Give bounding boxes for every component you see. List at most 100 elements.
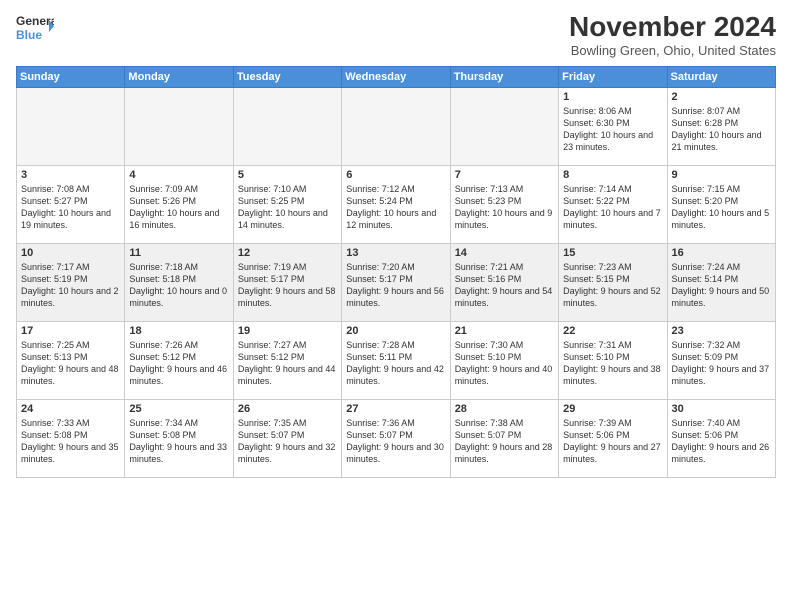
day-info: Sunrise: 7:38 AM Sunset: 5:07 PM Dayligh… xyxy=(455,417,554,466)
day-info: Sunrise: 7:25 AM Sunset: 5:13 PM Dayligh… xyxy=(21,339,120,388)
day-info: Sunrise: 7:32 AM Sunset: 5:09 PM Dayligh… xyxy=(672,339,771,388)
day-info: Sunrise: 7:31 AM Sunset: 5:10 PM Dayligh… xyxy=(563,339,662,388)
day-number: 25 xyxy=(129,403,228,415)
table-row: 7 Sunrise: 7:13 AM Sunset: 5:23 PM Daylig… xyxy=(450,165,558,243)
day-info: Sunrise: 8:06 AM Sunset: 6:30 PM Dayligh… xyxy=(563,105,662,154)
day-number: 4 xyxy=(129,169,228,181)
svg-text:General: General xyxy=(16,14,54,28)
table-row: 21Sunrise: 7:30 AM Sunset: 5:10 PM Dayli… xyxy=(450,321,558,399)
month-title: November 2024 xyxy=(569,12,776,43)
calendar-week-row: 1 Sunrise: 8:06 AM Sunset: 6:30 PM Daylig… xyxy=(17,87,776,165)
table-row: 19Sunrise: 7:27 AM Sunset: 5:12 PM Dayli… xyxy=(233,321,341,399)
table-row: 20 Sunrise: 7:28 AM Sunset: 5:11 PM Dayli… xyxy=(342,321,450,399)
logo: General Blue xyxy=(16,12,54,42)
day-info: Sunrise: 7:21 AM Sunset: 5:16 PM Dayligh… xyxy=(455,261,554,310)
day-number: 21 xyxy=(455,325,554,337)
day-number: 10 xyxy=(21,247,120,259)
table-row: 11 Sunrise: 7:18 AM Sunset: 5:18 PM Dayli… xyxy=(125,243,233,321)
table-row: 5Sunrise: 7:10 AM Sunset: 5:25 PM Daylig… xyxy=(233,165,341,243)
day-info: Sunrise: 7:34 AM Sunset: 5:08 PM Dayligh… xyxy=(129,417,228,466)
col-saturday: Saturday xyxy=(667,66,775,87)
svg-text:Blue: Blue xyxy=(16,28,42,42)
day-info: Sunrise: 7:35 AM Sunset: 5:07 PM Dayligh… xyxy=(238,417,337,466)
table-row: 8 Sunrise: 7:14 AM Sunset: 5:22 PM Daylig… xyxy=(559,165,667,243)
day-info: Sunrise: 7:18 AM Sunset: 5:18 PM Dayligh… xyxy=(129,261,228,310)
table-row: 22 Sunrise: 7:31 AM Sunset: 5:10 PM Dayli… xyxy=(559,321,667,399)
day-number: 15 xyxy=(563,247,662,259)
header: General Blue November 2024 Bowling Green… xyxy=(16,12,776,58)
col-friday: Friday xyxy=(559,66,667,87)
day-number: 30 xyxy=(672,403,771,415)
day-info: Sunrise: 7:24 AM Sunset: 5:14 PM Dayligh… xyxy=(672,261,771,310)
col-tuesday: Tuesday xyxy=(233,66,341,87)
col-sunday: Sunday xyxy=(17,66,125,87)
day-info: Sunrise: 7:20 AM Sunset: 5:17 PM Dayligh… xyxy=(346,261,445,310)
day-number: 12 xyxy=(238,247,337,259)
table-row xyxy=(17,87,125,165)
title-block: November 2024 Bowling Green, Ohio, Unite… xyxy=(569,12,776,58)
table-row: 30 Sunrise: 7:40 AM Sunset: 5:06 PM Dayli… xyxy=(667,399,775,477)
day-info: Sunrise: 7:15 AM Sunset: 5:20 PM Dayligh… xyxy=(672,183,771,232)
table-row: 25 Sunrise: 7:34 AM Sunset: 5:08 PM Dayli… xyxy=(125,399,233,477)
day-number: 1 xyxy=(563,91,662,103)
day-number: 20 xyxy=(346,325,445,337)
page: General Blue November 2024 Bowling Green… xyxy=(0,0,792,612)
table-row: 6 Sunrise: 7:12 AM Sunset: 5:24 PM Daylig… xyxy=(342,165,450,243)
table-row xyxy=(125,87,233,165)
col-thursday: Thursday xyxy=(450,66,558,87)
day-info: Sunrise: 7:09 AM Sunset: 5:26 PM Dayligh… xyxy=(129,183,228,232)
table-row: 18 Sunrise: 7:26 AM Sunset: 5:12 PM Dayli… xyxy=(125,321,233,399)
day-number: 2 xyxy=(672,91,771,103)
table-row: 26 Sunrise: 7:35 AM Sunset: 5:07 PM Dayli… xyxy=(233,399,341,477)
day-info: Sunrise: 8:07 AM Sunset: 6:28 PM Dayligh… xyxy=(672,105,771,154)
day-number: 26 xyxy=(238,403,337,415)
day-number: 24 xyxy=(21,403,120,415)
calendar-header-row: Sunday Monday Tuesday Wednesday Thursday… xyxy=(17,66,776,87)
table-row: 13 Sunrise: 7:20 AM Sunset: 5:17 PM Dayli… xyxy=(342,243,450,321)
day-number: 5 xyxy=(238,169,337,181)
day-number: 13 xyxy=(346,247,445,259)
day-info: Sunrise: 7:08 AM Sunset: 5:27 PM Dayligh… xyxy=(21,183,120,232)
day-number: 18 xyxy=(129,325,228,337)
day-info: Sunrise: 7:19 AM Sunset: 5:17 PM Dayligh… xyxy=(238,261,337,310)
table-row: 1 Sunrise: 8:06 AM Sunset: 6:30 PM Daylig… xyxy=(559,87,667,165)
table-row: 28 Sunrise: 7:38 AM Sunset: 5:07 PM Dayli… xyxy=(450,399,558,477)
location: Bowling Green, Ohio, United States xyxy=(569,43,776,58)
table-row: 9 Sunrise: 7:15 AM Sunset: 5:20 PM Daylig… xyxy=(667,165,775,243)
table-row: 14 Sunrise: 7:21 AM Sunset: 5:16 PM Dayli… xyxy=(450,243,558,321)
day-info: Sunrise: 7:39 AM Sunset: 5:06 PM Dayligh… xyxy=(563,417,662,466)
table-row xyxy=(342,87,450,165)
day-number: 6 xyxy=(346,169,445,181)
day-number: 8 xyxy=(563,169,662,181)
day-info: Sunrise: 7:12 AM Sunset: 5:24 PM Dayligh… xyxy=(346,183,445,232)
day-info: Sunrise: 7:14 AM Sunset: 5:22 PM Dayligh… xyxy=(563,183,662,232)
table-row: 3 Sunrise: 7:08 AM Sunset: 5:27 PM Daylig… xyxy=(17,165,125,243)
table-row: 12 Sunrise: 7:19 AM Sunset: 5:17 PM Dayli… xyxy=(233,243,341,321)
table-row: 2 Sunrise: 8:07 AM Sunset: 6:28 PM Daylig… xyxy=(667,87,775,165)
day-info: Sunrise: 7:40 AM Sunset: 5:06 PM Dayligh… xyxy=(672,417,771,466)
day-number: 7 xyxy=(455,169,554,181)
day-number: 9 xyxy=(672,169,771,181)
calendar-week-row: 3 Sunrise: 7:08 AM Sunset: 5:27 PM Daylig… xyxy=(17,165,776,243)
day-info: Sunrise: 7:23 AM Sunset: 5:15 PM Dayligh… xyxy=(563,261,662,310)
day-info: Sunrise: 7:26 AM Sunset: 5:12 PM Dayligh… xyxy=(129,339,228,388)
day-number: 22 xyxy=(563,325,662,337)
calendar: Sunday Monday Tuesday Wednesday Thursday… xyxy=(16,66,776,478)
day-number: 27 xyxy=(346,403,445,415)
col-wednesday: Wednesday xyxy=(342,66,450,87)
day-number: 3 xyxy=(21,169,120,181)
day-number: 28 xyxy=(455,403,554,415)
day-number: 16 xyxy=(672,247,771,259)
day-info: Sunrise: 7:27 AM Sunset: 5:12 PM Dayligh… xyxy=(238,339,337,388)
day-info: Sunrise: 7:36 AM Sunset: 5:07 PM Dayligh… xyxy=(346,417,445,466)
day-info: Sunrise: 7:13 AM Sunset: 5:23 PM Dayligh… xyxy=(455,183,554,232)
table-row: 15 Sunrise: 7:23 AM Sunset: 5:15 PM Dayli… xyxy=(559,243,667,321)
day-number: 14 xyxy=(455,247,554,259)
day-number: 11 xyxy=(129,247,228,259)
table-row xyxy=(233,87,341,165)
day-number: 23 xyxy=(672,325,771,337)
table-row: 4 Sunrise: 7:09 AM Sunset: 5:26 PM Daylig… xyxy=(125,165,233,243)
day-info: Sunrise: 7:28 AM Sunset: 5:11 PM Dayligh… xyxy=(346,339,445,388)
calendar-week-row: 24Sunrise: 7:33 AM Sunset: 5:08 PM Dayli… xyxy=(17,399,776,477)
table-row: 23 Sunrise: 7:32 AM Sunset: 5:09 PM Dayli… xyxy=(667,321,775,399)
